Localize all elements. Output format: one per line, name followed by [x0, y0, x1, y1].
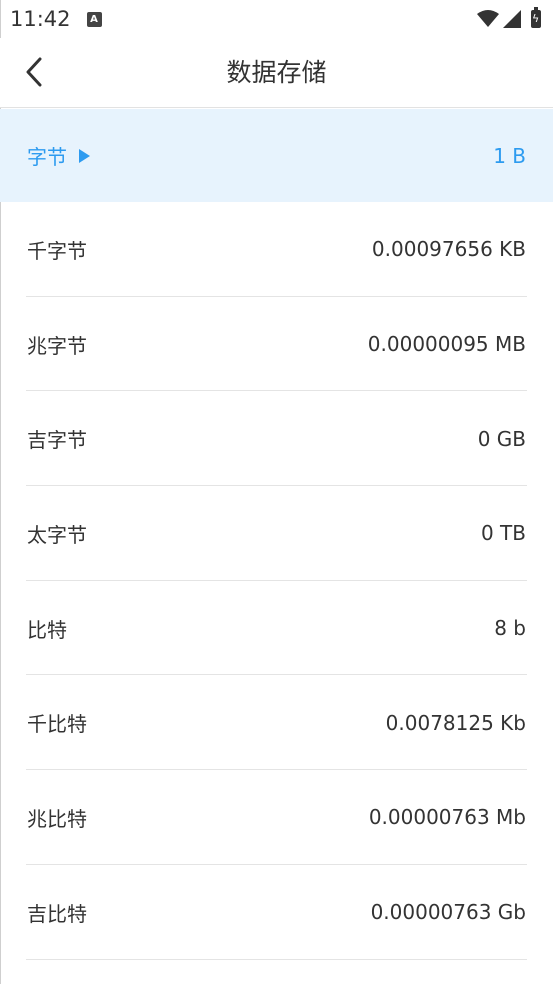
unit-row-gigabyte[interactable]: 吉字节 0 GB: [0, 391, 553, 486]
unit-row-bit[interactable]: 比特 8 b: [0, 581, 553, 676]
unit-label: 吉字节: [27, 428, 87, 453]
chevron-left-icon: [26, 57, 42, 87]
unit-label: 吉比特: [27, 901, 87, 926]
unit-value: 0.0078125 Kb: [385, 710, 526, 735]
unit-row-megabit[interactable]: 兆比特 0.00000763 Mb: [0, 770, 553, 865]
unit-row-byte[interactable]: 字节 1 B: [0, 109, 553, 202]
battery-charging-icon: ϟ: [531, 7, 541, 28]
status-bar: 11:42 A ϟ: [0, 0, 553, 38]
unit-label: 兆字节: [27, 333, 87, 358]
unit-value: 0 GB: [477, 426, 526, 451]
screen: 11:42 A ϟ 数据存储 字节 1 B 千字节 0.00097656 KB …: [0, 0, 553, 984]
unit-value: 1 B: [493, 143, 526, 168]
status-left: 11:42 A: [10, 7, 102, 31]
unit-row-terabyte[interactable]: 太字节 0 TB: [0, 486, 553, 581]
wifi-icon: [477, 10, 499, 27]
page-title: 数据存储: [226, 58, 327, 87]
unit-row-megabyte[interactable]: 兆字节 0.00000095 MB: [0, 297, 553, 392]
unit-label: 字节: [27, 145, 67, 169]
unit-row-kilobit[interactable]: 千比特 0.0078125 Kb: [0, 675, 553, 770]
status-right: ϟ: [477, 7, 541, 28]
cell-signal-icon: [503, 10, 521, 28]
unit-label-group: 字节: [27, 141, 90, 170]
unit-value: 0.00000763 Mb: [368, 805, 526, 830]
unit-value: 0 TB: [480, 521, 526, 546]
play-arrow-icon: [79, 148, 90, 163]
text-a-icon: A: [86, 11, 102, 27]
app-bar: 数据存储: [0, 38, 553, 108]
unit-label: 比特: [27, 617, 67, 642]
unit-label: 千比特: [27, 712, 87, 737]
unit-value: 0.00000763 Gb: [370, 900, 526, 925]
status-time: 11:42: [10, 7, 71, 31]
unit-value: 0.00000095 MB: [367, 332, 526, 357]
unit-label: 千字节: [27, 238, 87, 263]
unit-row-kilobyte[interactable]: 千字节 0.00097656 KB: [0, 202, 553, 297]
unit-row-gigabit[interactable]: 吉比特 0.00000763 Gb: [0, 865, 553, 960]
unit-label: 兆比特: [27, 806, 87, 831]
back-button[interactable]: [14, 50, 54, 94]
unit-value: 8 b: [494, 616, 526, 641]
unit-list: 字节 1 B 千字节 0.00097656 KB 兆字节 0.00000095 …: [0, 109, 553, 960]
unit-value: 0.00097656 KB: [371, 237, 526, 262]
unit-label: 太字节: [27, 522, 87, 547]
